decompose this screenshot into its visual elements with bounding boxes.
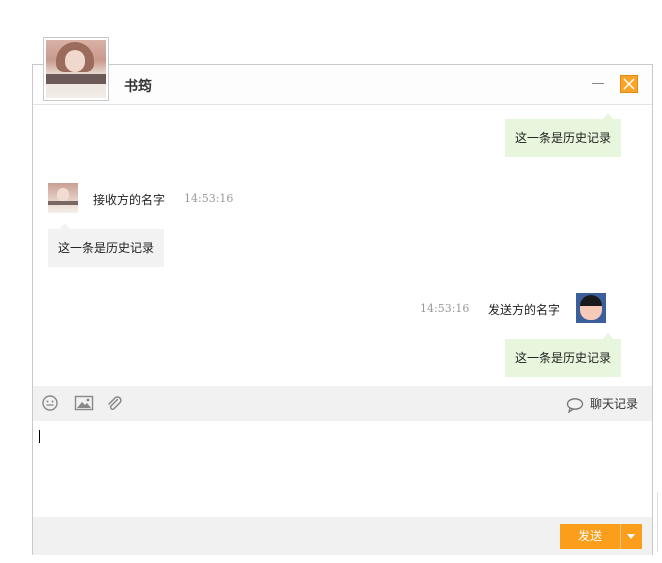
message-text: 这一条是历史记录 [515, 351, 612, 365]
window-footer: 发送 [33, 517, 652, 555]
sender-avatar[interactable] [576, 293, 606, 323]
message-bubble: 这一条是历史记录 [48, 223, 165, 267]
emoji-icon[interactable] [41, 394, 59, 412]
message-list[interactable]: 这一条是历史记录 接收方的名字 14:53:16 这一条是历史记录 14:53:… [33, 105, 652, 385]
receiver-avatar[interactable] [48, 183, 78, 213]
divider [657, 492, 658, 552]
chat-history-button[interactable]: 聊天记录 [566, 395, 638, 413]
text-caret [39, 430, 40, 443]
sender-name: 发送方的名字 [488, 303, 561, 317]
chat-bubble-icon [566, 398, 584, 413]
message-text: 这一条是历史记录 [515, 131, 612, 145]
receiver-name: 接收方的名字 [93, 193, 166, 207]
message-time: 14:53:16 [420, 302, 470, 315]
message-bubble: 这一条是历史记录 [505, 333, 622, 377]
send-button-group: 发送 [560, 524, 642, 549]
message-text: 这一条是历史记录 [58, 241, 155, 255]
send-button[interactable]: 发送 [560, 524, 620, 549]
attachment-icon[interactable] [105, 394, 123, 412]
chat-window: 书筠 这一条是历史记录 接收方的名字 14:53:16 这一条是历史记录 14:… [32, 64, 653, 555]
contact-avatar[interactable] [43, 37, 109, 101]
send-options-dropdown[interactable] [620, 524, 642, 549]
close-icon[interactable] [620, 75, 638, 93]
message-bubble: 这一条是历史记录 [505, 113, 622, 157]
window-header: 书筠 [33, 65, 652, 105]
message-time: 14:53:16 [184, 192, 234, 205]
message-input[interactable] [33, 421, 652, 517]
image-icon[interactable] [74, 394, 94, 412]
chat-history-label: 聊天记录 [589, 397, 638, 411]
contact-name-title: 书筠 [124, 79, 152, 95]
input-toolbar: 聊天记录 [33, 386, 652, 421]
minimize-icon[interactable] [590, 73, 606, 91]
